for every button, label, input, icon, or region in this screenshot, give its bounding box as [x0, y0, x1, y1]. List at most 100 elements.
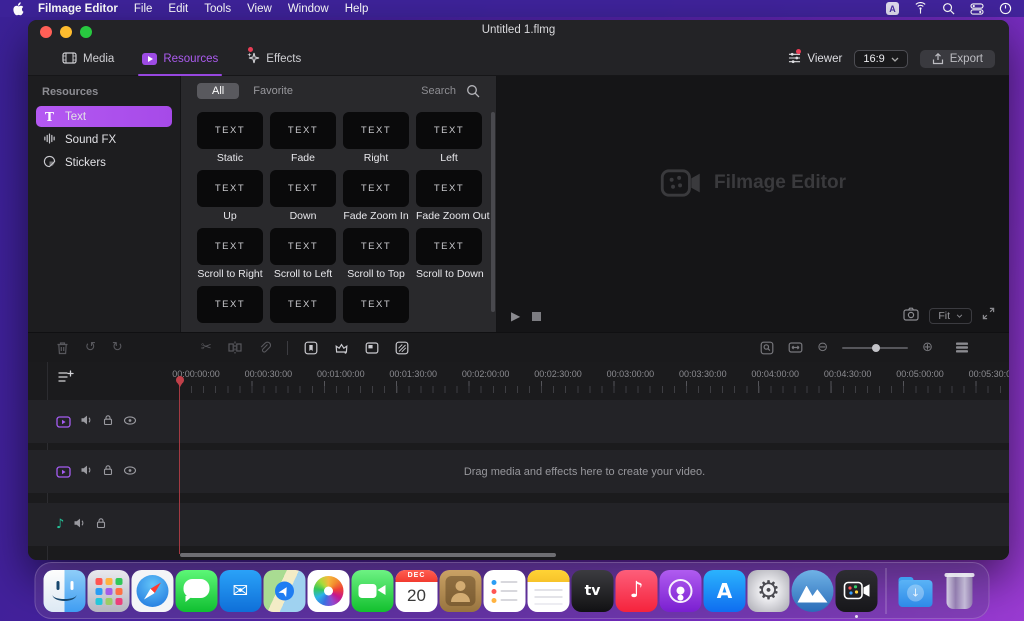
dock-safari-icon[interactable] [132, 570, 174, 612]
tile-thumbnail[interactable]: TEXT [343, 286, 409, 323]
filter-tab-all[interactable]: All [197, 83, 239, 99]
text-style-tile[interactable]: TEXTFade Zoom Out [416, 170, 482, 223]
lock-icon[interactable] [102, 413, 114, 431]
zoom-slider-thumb[interactable] [872, 344, 880, 352]
attach-icon[interactable] [258, 341, 271, 354]
dock-notes-icon[interactable] [528, 570, 570, 612]
dock-settings-icon[interactable]: ⚙ [748, 570, 790, 612]
wireless-icon[interactable] [914, 2, 927, 15]
tile-thumbnail[interactable]: TEXT [197, 112, 263, 149]
zoom-out-icon[interactable]: ⊖ [817, 341, 828, 354]
visibility-icon[interactable] [123, 413, 137, 431]
zoom-in-icon[interactable]: ⊕ [922, 341, 933, 354]
tile-thumbnail[interactable]: TEXT [343, 112, 409, 149]
zoom-to-selection-icon[interactable] [760, 341, 774, 355]
search-icon[interactable] [942, 2, 955, 15]
filter-tab-favorite[interactable]: Favorite [253, 85, 293, 97]
audio-track[interactable]: ♪ [28, 503, 1009, 546]
dock-filmage-editor-icon[interactable] [836, 570, 878, 612]
tile-thumbnail[interactable]: TEXT [197, 286, 263, 323]
tile-thumbnail[interactable]: TEXT [416, 112, 482, 149]
stop-button[interactable] [532, 312, 541, 321]
dock-filmage-screen-icon[interactable] [792, 570, 834, 612]
viewer-toggle[interactable]: Viewer [788, 52, 842, 67]
delete-icon[interactable] [56, 341, 69, 355]
vertical-scrollbar[interactable] [491, 112, 495, 312]
menu-edit[interactable]: Edit [168, 3, 188, 15]
mosaic-icon[interactable] [395, 341, 409, 355]
clock-icon[interactable] [999, 2, 1012, 15]
search-box[interactable]: Search [421, 84, 480, 98]
pip-icon[interactable] [365, 341, 379, 355]
text-style-tile[interactable]: TEXTStatic [197, 112, 263, 165]
snapshot-icon[interactable] [903, 307, 919, 326]
tile-thumbnail[interactable]: TEXT [343, 170, 409, 207]
menu-app-name[interactable]: Filmage Editor [38, 3, 118, 15]
redo-icon[interactable]: ↻ [112, 341, 123, 354]
fit-timeline-icon[interactable] [788, 341, 803, 354]
menu-view[interactable]: View [247, 3, 272, 15]
tile-thumbnail[interactable]: TEXT [343, 228, 409, 265]
text-style-tile[interactable]: TEXTUp [197, 170, 263, 223]
menu-tools[interactable]: Tools [204, 3, 231, 15]
control-center-icon[interactable] [970, 3, 984, 15]
lock-icon[interactable] [102, 463, 114, 481]
dock-appletv-icon[interactable]: tv [572, 570, 614, 612]
track-list-icon[interactable] [955, 341, 969, 354]
tile-thumbnail[interactable]: TEXT [416, 228, 482, 265]
text-style-tile[interactable]: TEXTScroll to Down [416, 228, 482, 281]
tab-resources[interactable]: Resources [128, 42, 232, 76]
text-style-tile[interactable]: TEXTRight [343, 112, 409, 165]
tab-effects[interactable]: Effects [232, 42, 315, 76]
tile-thumbnail[interactable]: TEXT [270, 286, 336, 323]
mute-icon[interactable] [73, 516, 86, 534]
text-style-tile[interactable]: TEXTScroll to Left [270, 228, 336, 281]
sidebar-item-stickers[interactable]: Stickers [36, 152, 172, 173]
aspect-ratio-select[interactable]: 16:9 [854, 50, 907, 68]
marker-icon[interactable] [304, 341, 318, 355]
tile-thumbnail[interactable]: TEXT [197, 228, 263, 265]
sidebar-item-text[interactable]: T Text [36, 106, 172, 127]
menu-help[interactable]: Help [345, 3, 369, 15]
text-style-tile[interactable]: TEXT [343, 286, 409, 332]
menu-window[interactable]: Window [288, 3, 329, 15]
text-style-tile[interactable]: TEXTFade [270, 112, 336, 165]
dock-launchpad-icon[interactable] [88, 570, 130, 612]
dock-downloads-icon[interactable]: ↓ [895, 570, 937, 612]
menu-file[interactable]: File [134, 3, 153, 15]
text-style-tile[interactable]: TEXTDown [270, 170, 336, 223]
dock-mail-icon[interactable]: ✉ [220, 570, 262, 612]
video-track-1[interactable] [28, 400, 1009, 443]
sidebar-item-soundfx[interactable]: Sound FX [36, 129, 172, 150]
visibility-icon[interactable] [123, 463, 137, 481]
tile-thumbnail[interactable]: TEXT [416, 170, 482, 207]
video-track-2[interactable]: Drag media and effects here to create yo… [28, 450, 1009, 493]
apple-menu-icon[interactable] [12, 2, 24, 16]
tile-thumbnail[interactable]: TEXT [270, 112, 336, 149]
mute-icon[interactable] [80, 413, 93, 431]
tab-media[interactable]: Media [48, 42, 128, 76]
fullscreen-icon[interactable] [982, 307, 995, 325]
dock-appstore-icon[interactable]: A [704, 570, 746, 612]
dock-finder-icon[interactable] [44, 570, 86, 612]
dock-photos-icon[interactable] [308, 570, 350, 612]
text-style-tile[interactable]: TEXTScroll to Top [343, 228, 409, 281]
dock-facetime-icon[interactable] [352, 570, 394, 612]
zoom-slider[interactable] [842, 347, 908, 349]
effects-crown-icon[interactable] [334, 341, 349, 355]
dock-maps-icon[interactable] [264, 570, 306, 612]
dock-reminders-icon[interactable] [484, 570, 526, 612]
split-icon[interactable] [228, 341, 242, 354]
horizontal-scrollbar[interactable] [180, 553, 556, 557]
tile-thumbnail[interactable]: TEXT [197, 170, 263, 207]
dock-contacts-icon[interactable] [440, 570, 482, 612]
tile-thumbnail[interactable]: TEXT [270, 228, 336, 265]
dock-trash-icon[interactable] [939, 570, 981, 612]
export-button[interactable]: Export [920, 50, 995, 68]
tile-thumbnail[interactable]: TEXT [270, 170, 336, 207]
fit-select[interactable]: Fit [929, 308, 972, 324]
dock-calendar-icon[interactable]: DEC20 [396, 570, 438, 612]
dock-messages-icon[interactable] [176, 570, 218, 612]
playhead[interactable] [179, 376, 180, 554]
mute-icon[interactable] [80, 463, 93, 481]
